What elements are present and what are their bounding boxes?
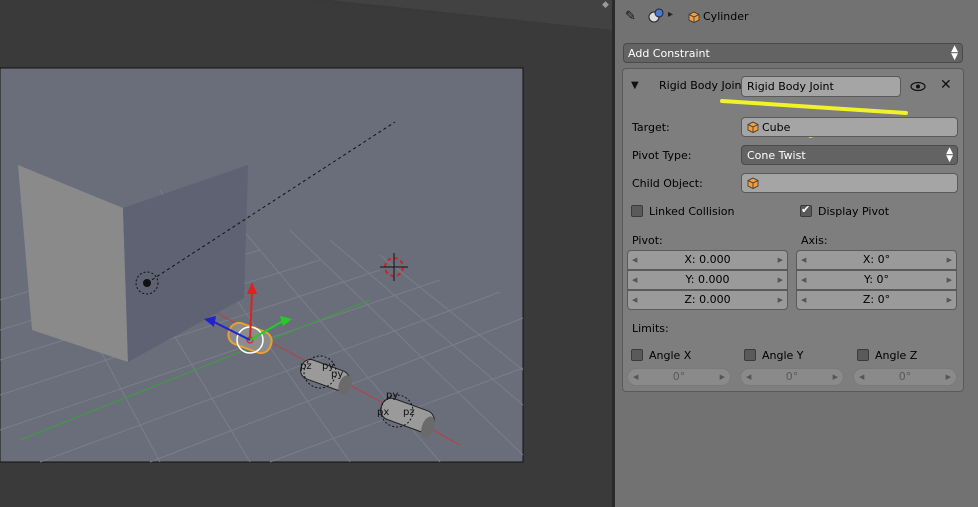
object-name: Cylinder (703, 10, 749, 23)
decrement-arrow-icon[interactable]: ◀ (632, 251, 637, 269)
dropdown-arrows-icon: ▲ ▼ (946, 146, 953, 164)
axis-x-value: X: 0° (862, 253, 891, 266)
pivot-z-field[interactable]: ◀ Z: 0.000 ▶ (627, 290, 788, 310)
increment-arrow-icon[interactable]: ▶ (778, 291, 783, 309)
pivot-label: py (331, 369, 343, 380)
increment-arrow-icon[interactable]: ▶ (778, 271, 783, 289)
axis-section-label: Axis: (801, 234, 828, 247)
pivot-z-value: Z: 0.000 (684, 293, 731, 306)
pivot-type-label: Pivot Type: (632, 149, 692, 162)
decrement-arrow-icon[interactable]: ◀ (859, 369, 864, 385)
pivot-label: pz (403, 407, 415, 418)
pivot-type-value: Cone Twist (747, 149, 806, 162)
checkmark-icon: ✔ (801, 203, 811, 216)
constraint-name: Rigid Body Joint (747, 80, 834, 93)
pin-icon[interactable]: ✎ (625, 9, 636, 24)
lamp-icon (143, 279, 151, 287)
pivot-x-field[interactable]: ◀ X: 0.000 ▶ (627, 250, 788, 270)
linked-collision-label: Linked Collision (649, 205, 735, 218)
pivot-x-value: X: 0.000 (684, 253, 731, 266)
pivot-y-value: Y: 0.000 (685, 273, 730, 286)
decrement-arrow-icon[interactable]: ◀ (632, 271, 637, 289)
angle-y-label: Angle Y (762, 349, 804, 362)
target-label: Target: (632, 121, 670, 134)
decrement-arrow-icon[interactable]: ◀ (801, 271, 806, 289)
axis-z-field[interactable]: ◀ Z: 0° ▶ (796, 290, 957, 310)
add-constraint-label: Add Constraint (628, 47, 710, 60)
pivot-label: pz (300, 361, 312, 372)
decrement-arrow-icon[interactable]: ◀ (801, 291, 806, 309)
limits-label: Limits: (632, 322, 669, 335)
increment-arrow-icon[interactable]: ▶ (947, 271, 952, 289)
child-object-label: Child Object: (632, 177, 703, 190)
increment-arrow-icon[interactable]: ▶ (778, 251, 783, 269)
display-pivot-label: Display Pivot (818, 205, 890, 218)
target-value: Cube (762, 121, 791, 134)
angle-z-limit-field[interactable]: ◀ 0° ▶ (853, 368, 957, 386)
decrement-arrow-icon[interactable]: ◀ (801, 251, 806, 269)
constraint-type-label: Rigid Body Join (659, 79, 742, 92)
target-field[interactable]: Cube (741, 117, 958, 137)
dropdown-arrows-icon: ▲ ▼ (951, 44, 958, 62)
pivot-section-label: Pivot: (632, 234, 663, 247)
axis-z-value: Z: 0° (862, 293, 891, 306)
constraint-name-field[interactable]: Rigid Body Joint (741, 76, 901, 97)
angle-x-limit-value: 0° (672, 370, 686, 383)
axis-x-field[interactable]: ◀ X: 0° ▶ (796, 250, 957, 270)
collapse-triangle-icon[interactable]: ▼ (631, 80, 639, 91)
child-object-field[interactable] (741, 173, 958, 193)
increment-arrow-icon[interactable]: ▶ (947, 291, 952, 309)
viewport-scene: pz py py py px pz (0, 0, 612, 507)
object-icon (648, 8, 664, 23)
angle-y-checkbox[interactable] (744, 349, 756, 361)
pivot-label: px (377, 407, 389, 418)
decrement-arrow-icon[interactable]: ◀ (633, 369, 638, 385)
linked-collision-checkbox[interactable] (631, 205, 643, 217)
properties-panel: ✎ ▸ Cylinder Add Constraint ▲ ▼ ▼ Rigid B… (615, 0, 978, 507)
angle-z-limit-value: 0° (898, 370, 912, 383)
display-pivot-checkbox[interactable]: ✔ (800, 203, 812, 217)
angle-y-limit-value: 0° (785, 370, 799, 383)
axis-y-field[interactable]: ◀ Y: 0° ▶ (796, 270, 957, 290)
angle-z-label: Angle Z (875, 349, 918, 362)
cube-icon (747, 121, 759, 133)
angle-y-limit-field[interactable]: ◀ 0° ▶ (740, 368, 844, 386)
pivot-label: py (386, 390, 398, 401)
breadcrumb-arrow-icon: ▸ (668, 9, 674, 20)
3d-viewport[interactable]: pz py py py px pz ◆ (0, 0, 612, 507)
pivot-type-dropdown[interactable]: Cone Twist ▲ ▼ (741, 145, 958, 165)
increment-arrow-icon[interactable]: ▶ (947, 251, 952, 269)
cube-icon (688, 11, 700, 23)
increment-arrow-icon[interactable]: ▶ (946, 369, 951, 385)
axis-y-value: Y: 0° (864, 273, 889, 286)
scroll-indicator[interactable]: ◆ (602, 0, 609, 10)
increment-arrow-icon[interactable]: ▶ (833, 369, 838, 385)
cube-icon (747, 177, 759, 189)
increment-arrow-icon[interactable]: ▶ (720, 369, 725, 385)
angle-z-checkbox[interactable] (857, 349, 869, 361)
visibility-eye-icon[interactable] (910, 81, 926, 92)
pivot-vector-group: ◀ X: 0.000 ▶ ◀ Y: 0.000 ▶ ◀ Z: 0.000 ▶ (627, 250, 788, 310)
delete-constraint-icon[interactable]: ✕ (940, 77, 952, 93)
angle-x-limit-field[interactable]: ◀ 0° ▶ (627, 368, 731, 386)
angle-x-label: Angle X (649, 349, 692, 362)
axis-vector-group: ◀ X: 0° ▶ ◀ Y: 0° ▶ ◀ Z: 0° ▶ (796, 250, 957, 310)
pivot-y-field[interactable]: ◀ Y: 0.000 ▶ (627, 270, 788, 290)
add-constraint-dropdown[interactable]: Add Constraint ▲ ▼ (623, 43, 963, 63)
decrement-arrow-icon[interactable]: ◀ (632, 291, 637, 309)
decrement-arrow-icon[interactable]: ◀ (746, 369, 751, 385)
angle-x-checkbox[interactable] (631, 349, 643, 361)
